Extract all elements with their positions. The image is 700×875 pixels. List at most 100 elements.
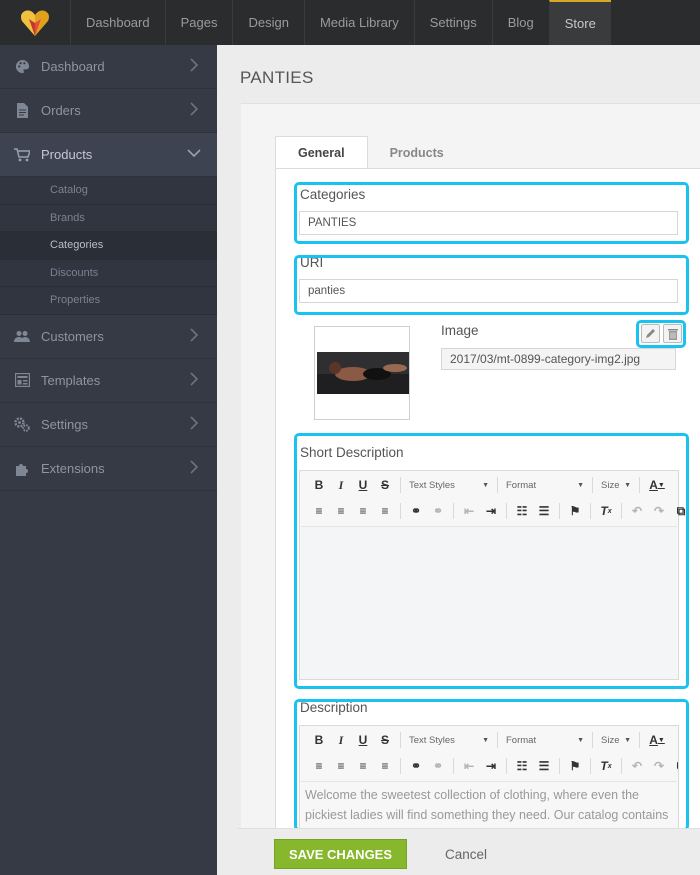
chevron-right-icon	[190, 415, 199, 430]
anchor-flag-icon[interactable]: ⚑	[564, 756, 586, 776]
text-styles-dropdown[interactable]: Text Styles ▼	[405, 731, 493, 749]
indent-icon[interactable]: ⇥	[480, 501, 502, 521]
bulleted-list-icon[interactable]: ☰	[533, 756, 555, 776]
size-dropdown[interactable]: Size ▼	[597, 476, 635, 494]
sidebar-item-label: Dashboard	[41, 59, 105, 74]
image-path-field[interactable]: 2017/03/mt-0899-category-img2.jpg	[441, 348, 676, 370]
undo-icon[interactable]: ↶	[626, 756, 648, 776]
underline-button[interactable]: U	[352, 730, 374, 750]
indent-icon[interactable]: ⇥	[480, 756, 502, 776]
trash-icon	[667, 328, 678, 340]
sidebar-item-extensions[interactable]: Extensions	[0, 447, 217, 491]
categories-input[interactable]: PANTIES	[299, 211, 678, 235]
top-bar: Dashboard Pages Design Media Library Set…	[0, 0, 700, 45]
format-dropdown[interactable]: Format ▼	[502, 731, 588, 749]
logo-icon	[21, 10, 49, 36]
uri-input[interactable]: panties	[299, 279, 678, 303]
text-styles-dropdown[interactable]: Text Styles ▼	[405, 476, 493, 494]
short-description-editor: B I U S Text Styles ▼ Format ▼ Size ▼ A ▼ ≡ …	[299, 470, 685, 680]
image-thumbnail[interactable]	[314, 326, 410, 420]
logo[interactable]	[0, 0, 70, 45]
save-changes-button[interactable]: SAVE CHANGES	[274, 839, 407, 869]
sidebar-subitem-brands[interactable]: Brands	[0, 204, 217, 232]
editor-toolbar-row-2: ≡ ≡ ≡ ≡ ⚭ ⚭ ⇤ ⇥ ☷ ☰ ⚑ Tx ↶ ↷ ⧉	[300, 753, 678, 779]
redo-icon[interactable]: ↷	[648, 756, 670, 776]
sidebar-subitem-properties[interactable]: Properties	[0, 287, 217, 315]
unlink-icon[interactable]: ⚭	[427, 501, 449, 521]
italic-button[interactable]: I	[330, 475, 352, 495]
strike-button[interactable]: S	[374, 475, 396, 495]
text-color-button[interactable]: A ▼	[644, 475, 670, 495]
sidebar-item-settings[interactable]: Settings	[0, 403, 217, 447]
topnav-store[interactable]: Store	[548, 0, 611, 45]
sidebar-item-products[interactable]: Products	[0, 133, 217, 177]
template-icon	[14, 372, 30, 388]
anchor-flag-icon[interactable]: ⚑	[564, 501, 586, 521]
numbered-list-icon[interactable]: ☷	[511, 501, 533, 521]
source-code-icon[interactable]: ⧉	[670, 501, 692, 521]
topnav-blog[interactable]: Blog	[491, 0, 549, 45]
caret-down-icon: ▼	[624, 481, 631, 489]
tab-bar: General Products	[275, 136, 466, 169]
sidebar-subitem-catalog[interactable]: Catalog	[0, 177, 217, 205]
pencil-icon	[646, 329, 655, 338]
bold-button[interactable]: B	[308, 475, 330, 495]
align-left-icon[interactable]: ≡	[308, 501, 330, 521]
image-label: Image	[441, 323, 479, 338]
cart-icon	[14, 147, 30, 163]
topnav-media-library[interactable]: Media Library	[303, 0, 414, 45]
form-footer: SAVE CHANGES Cancel	[237, 828, 700, 875]
underline-button[interactable]: U	[352, 475, 374, 495]
unlink-icon[interactable]: ⚭	[427, 756, 449, 776]
clear-format-icon[interactable]: Tx	[595, 501, 617, 521]
align-right-icon[interactable]: ≡	[352, 756, 374, 776]
clear-format-icon[interactable]: Tx	[595, 756, 617, 776]
size-dropdown[interactable]: Size ▼	[597, 731, 635, 749]
outdent-icon[interactable]: ⇤	[458, 501, 480, 521]
sidebar-subitem-categories[interactable]: Categories	[0, 232, 217, 260]
topnav-settings[interactable]: Settings	[413, 0, 492, 45]
justify-icon[interactable]: ≡	[374, 756, 396, 776]
caret-down-icon: ▼	[624, 736, 631, 744]
topnav-pages[interactable]: Pages	[164, 0, 233, 45]
align-right-icon[interactable]: ≡	[352, 501, 374, 521]
source-code-icon[interactable]: ⧉	[670, 756, 678, 776]
description-textarea[interactable]: Welcome the sweetest collection of cloth…	[301, 781, 677, 829]
align-left-icon[interactable]: ≡	[308, 756, 330, 776]
tab-general[interactable]: General	[275, 136, 368, 169]
bold-button[interactable]: B	[308, 730, 330, 750]
cancel-button[interactable]: Cancel	[445, 839, 487, 869]
sidebar-item-templates[interactable]: Templates	[0, 359, 217, 403]
sidebar-item-dashboard[interactable]: Dashboard	[0, 45, 217, 89]
undo-icon[interactable]: ↶	[626, 501, 648, 521]
document-icon	[14, 103, 30, 119]
strike-button[interactable]: S	[374, 730, 396, 750]
align-center-icon[interactable]: ≡	[330, 756, 352, 776]
redo-icon[interactable]: ↷	[648, 501, 670, 521]
edit-image-button[interactable]	[641, 324, 660, 343]
italic-button[interactable]: I	[330, 730, 352, 750]
justify-icon[interactable]: ≡	[374, 501, 396, 521]
sidebar-item-orders[interactable]: Orders	[0, 89, 217, 133]
align-center-icon[interactable]: ≡	[330, 501, 352, 521]
outdent-icon[interactable]: ⇤	[458, 756, 480, 776]
topnav-dashboard[interactable]: Dashboard	[70, 0, 165, 45]
tab-products[interactable]: Products	[368, 136, 466, 169]
delete-image-button[interactable]	[663, 324, 682, 343]
bulleted-list-icon[interactable]: ☰	[533, 501, 555, 521]
link-icon[interactable]: ⚭	[405, 756, 427, 776]
image-preview	[317, 352, 409, 394]
editor-toolbar-row-1: B I U S Text Styles ▼ Format ▼ Size ▼ A ▼	[300, 727, 670, 753]
format-dropdown[interactable]: Format ▼	[502, 476, 588, 494]
short-description-textarea[interactable]	[301, 526, 677, 679]
uri-label: URI	[300, 255, 324, 270]
caret-down-icon: ▼	[577, 481, 584, 489]
sidebar-subitem-discounts[interactable]: Discounts	[0, 259, 217, 287]
text-color-button[interactable]: A ▼	[644, 730, 670, 750]
editor-toolbar-row-2: ≡ ≡ ≡ ≡ ⚭ ⚭ ⇤ ⇥ ☷ ☰ ⚑ Tx ↶ ↷ ⧉	[300, 498, 692, 524]
link-icon[interactable]: ⚭	[405, 501, 427, 521]
sidebar-item-label: Products	[41, 147, 93, 162]
topnav-design[interactable]: Design	[232, 0, 303, 45]
sidebar-item-customers[interactable]: Customers	[0, 315, 217, 359]
numbered-list-icon[interactable]: ☷	[511, 756, 533, 776]
